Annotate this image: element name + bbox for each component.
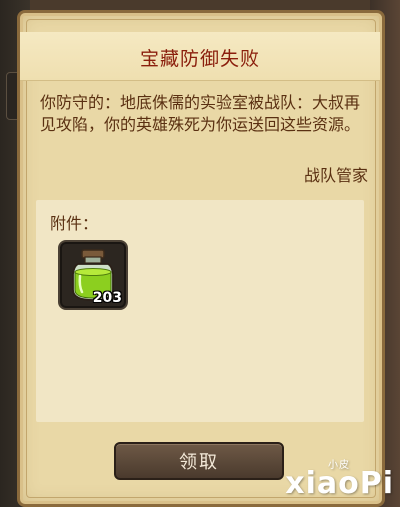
attachment-label: 附件： (50, 214, 99, 233)
attachment-panel: 附件： 203 (36, 200, 364, 422)
watermark-text: xiaoPi (285, 466, 394, 501)
attachment-item-slot[interactable]: 203 (58, 240, 128, 310)
mail-title: 宝藏防御失败 (139, 48, 260, 70)
mail-body-text: 你防守的：地底侏儒的实验室被战队：大叔再见攻陷，你的英雄殊死为你运送回这些资源。 (40, 93, 361, 134)
claim-button[interactable]: 领取 (114, 442, 284, 480)
watermark-small-text: 小皮 (328, 460, 350, 471)
mail-sender: 战队管家 (303, 166, 368, 185)
attachment-item-count: 203 (92, 290, 122, 306)
watermark-logo: xiaoPi 小皮 (285, 460, 394, 501)
mail-header: 宝藏防御失败 (20, 32, 380, 81)
